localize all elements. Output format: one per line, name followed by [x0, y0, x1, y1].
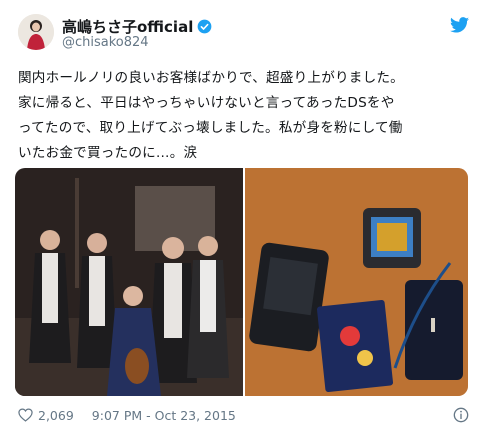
tweet-text-line: ってたので、取り上げてぶっ壊しました。私が身を粉にして働 — [18, 120, 403, 136]
broken-console-half — [249, 242, 329, 352]
tweet-text-line: 家に帰ると、平日はやっちゃいけないと言ってあったDSをや — [18, 95, 395, 111]
tweet-text-line: いたお金で買ったのに…。涙 — [18, 145, 198, 161]
media-grid — [15, 168, 468, 396]
timestamp-link[interactable]: 9:07 PM - Oct 23, 2015 — [92, 408, 236, 423]
tweet-embed-card: 高嶋ちさ子official @chisako824 関内ホールノリの良いお客様ば… — [0, 0, 483, 437]
twitter-bird-icon[interactable] — [450, 17, 469, 33]
photo-ensemble[interactable] — [15, 168, 243, 396]
tweet-text-line: 関内ホールノリの良いお客様ばかりで、超盛り上がりました。 — [18, 70, 404, 86]
tweet-text: 関内ホールノリの良いお客様ばかりで、超盛り上がりました。 家に帰ると、平日はやっ… — [18, 66, 470, 166]
heart-icon[interactable] — [18, 408, 33, 422]
info-icon[interactable] — [453, 407, 469, 423]
photo-broken-ds[interactable] — [245, 168, 468, 396]
console-lid — [405, 280, 463, 380]
display-name[interactable]: 高嶋ちさ子official — [62, 16, 193, 37]
tweet-footer: 2,069 9:07 PM - Oct 23, 2015 — [18, 406, 469, 424]
author-name-row[interactable]: 高嶋ちさ子official — [62, 16, 212, 37]
broken-console-screen — [363, 208, 421, 268]
verified-badge-icon — [197, 19, 212, 34]
game-case — [316, 299, 394, 393]
user-handle[interactable]: @chisako824 — [62, 35, 149, 50]
like-count[interactable]: 2,069 — [38, 408, 74, 423]
avatar[interactable] — [18, 14, 54, 50]
